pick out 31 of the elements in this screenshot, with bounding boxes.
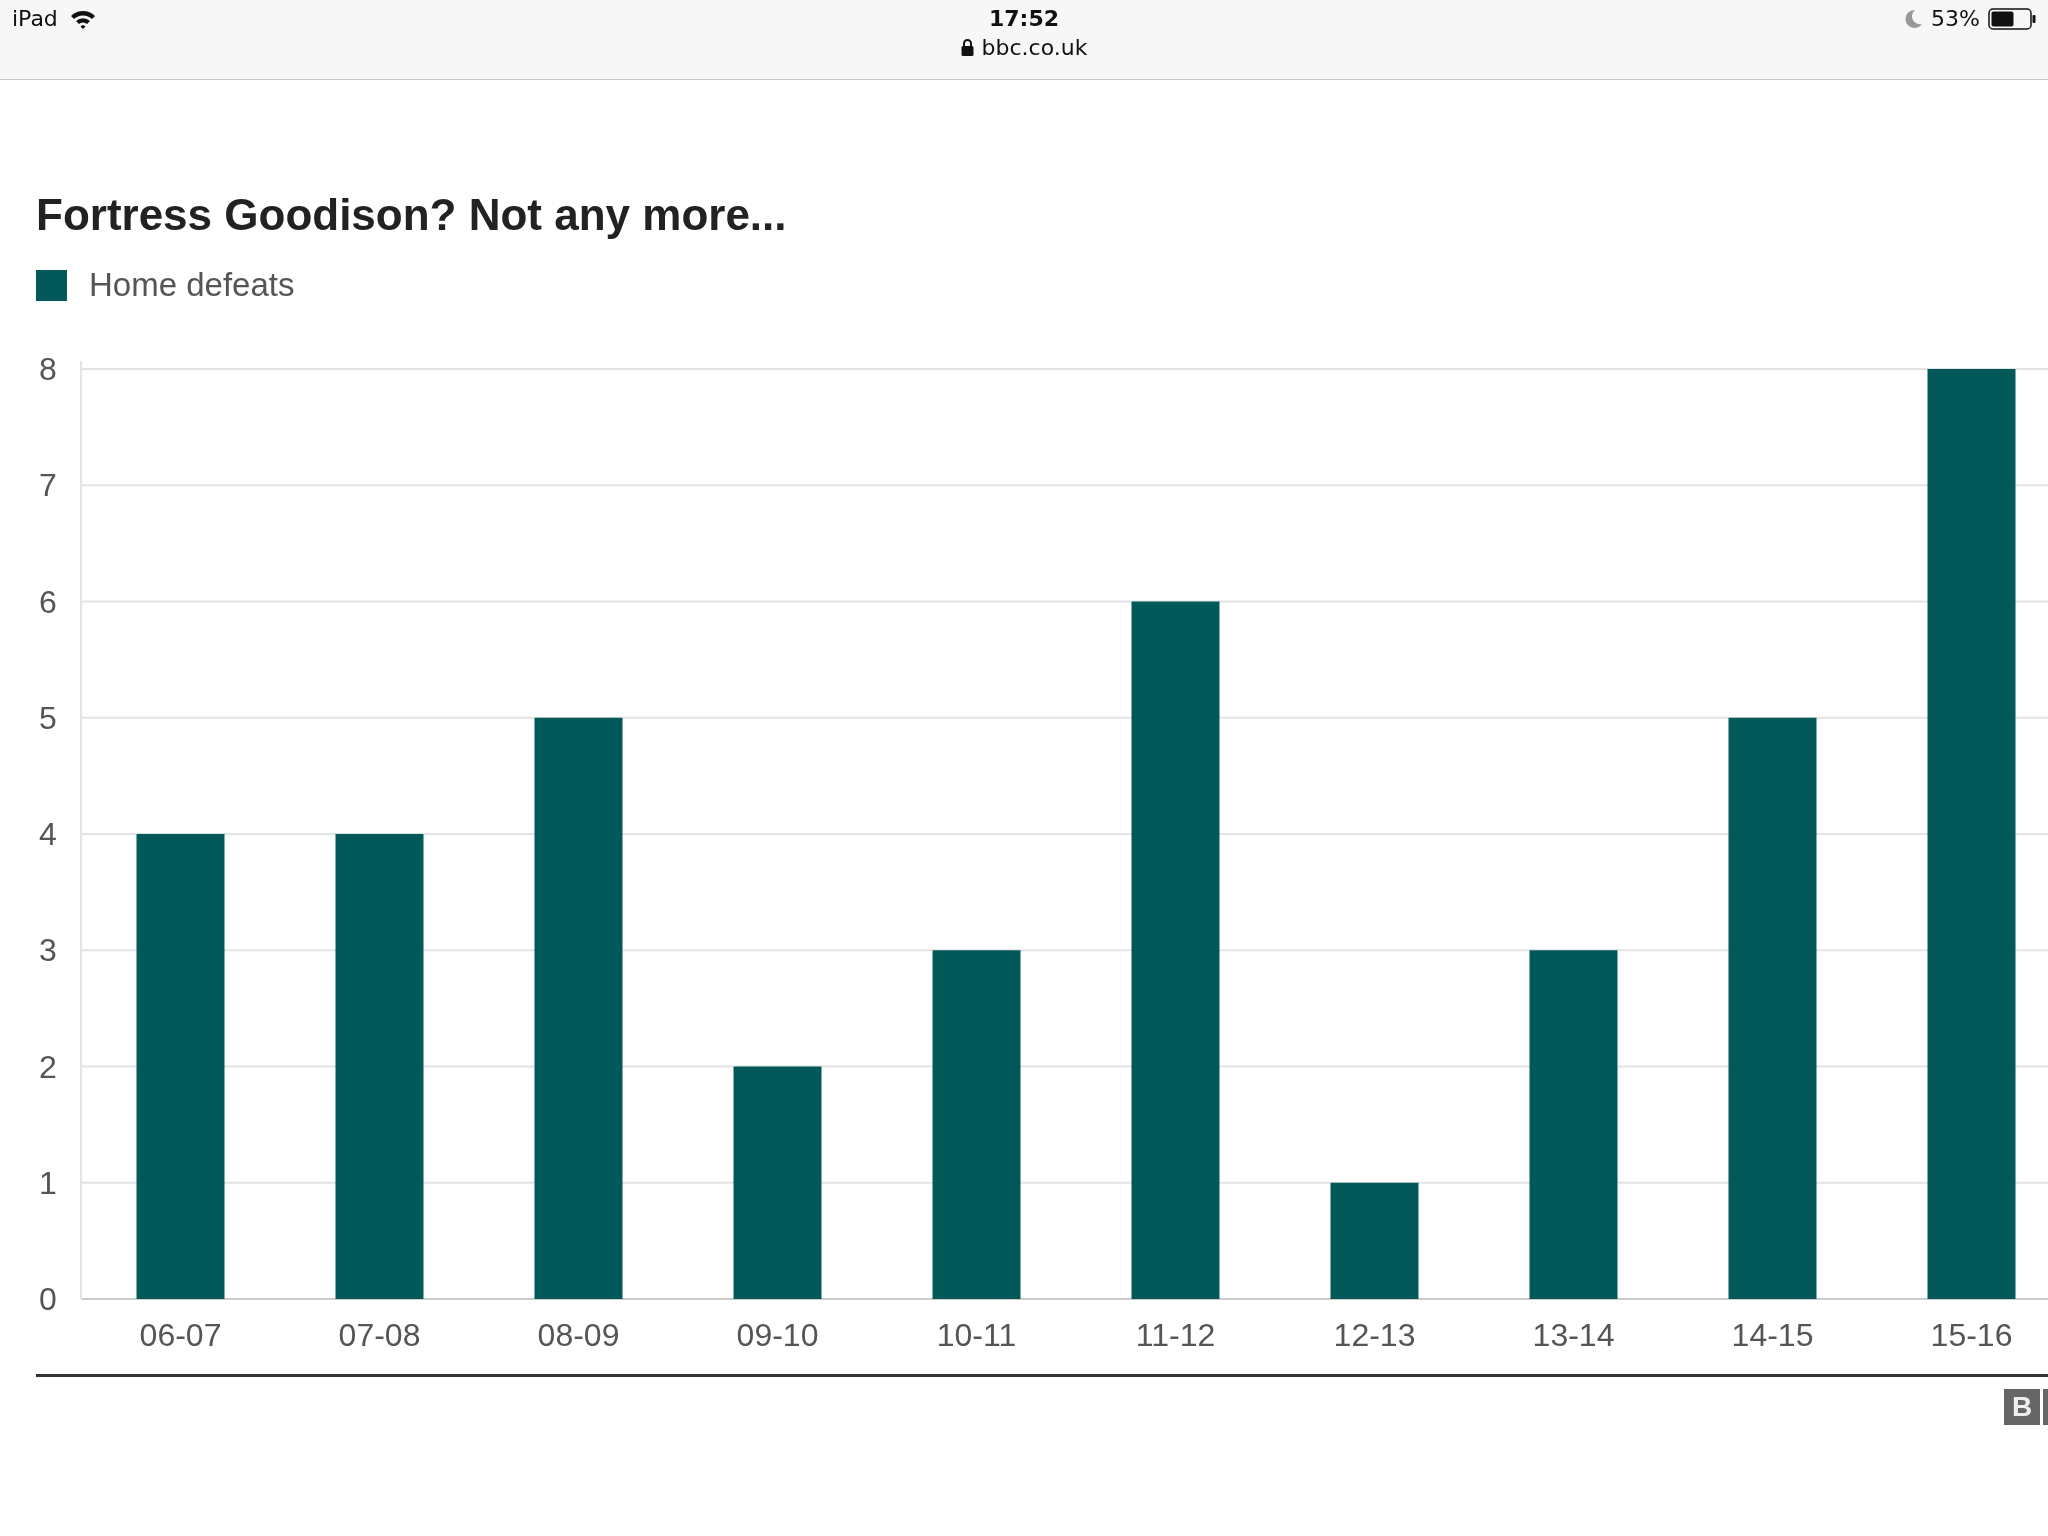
- chart-title: Fortress Goodison? Not any more...: [36, 190, 788, 240]
- x-tick-label: 09-10: [736, 1317, 819, 1353]
- x-tick-label: 15-16: [1930, 1317, 2013, 1353]
- moon-icon: [1905, 8, 1924, 29]
- battery-icon: [1988, 7, 2036, 30]
- y-tick-label: 6: [39, 583, 57, 620]
- clock-time: 17:52: [989, 6, 1059, 31]
- x-tick-label: 11-12: [1135, 1317, 1216, 1353]
- y-tick-label: 2: [39, 1048, 57, 1085]
- x-tick-label: 07-08: [338, 1317, 421, 1353]
- y-tick-label: 1: [39, 1164, 57, 1201]
- legend-label: Home defeats: [89, 266, 295, 304]
- logo-block: [2043, 1389, 2048, 1425]
- logo: B: [2004, 1389, 2040, 1425]
- x-tick-label: 12-13: [1333, 1317, 1416, 1353]
- x-tick-label: 06-07: [139, 1317, 222, 1353]
- x-tick-label: 13-14: [1532, 1317, 1615, 1353]
- x-tick-label: 10-11: [936, 1317, 1017, 1353]
- page-url[interactable]: bbc.co.uk: [981, 35, 1088, 60]
- y-tick-label: 7: [39, 467, 57, 504]
- x-tick-label: 14-15: [1731, 1317, 1814, 1353]
- y-tick-label: 0: [39, 1281, 57, 1317]
- y-tick-label: 5: [39, 699, 57, 736]
- x-tick-label: 08-09: [537, 1317, 620, 1353]
- battery-percent: 53%: [1931, 6, 1980, 31]
- y-tick-label: 8: [39, 351, 57, 387]
- lock-icon: [960, 39, 974, 56]
- device-name: iPad: [12, 6, 58, 31]
- wifi-icon: [69, 8, 96, 29]
- y-tick-label: 3: [39, 932, 57, 969]
- y-tick-label: 4: [39, 816, 57, 852]
